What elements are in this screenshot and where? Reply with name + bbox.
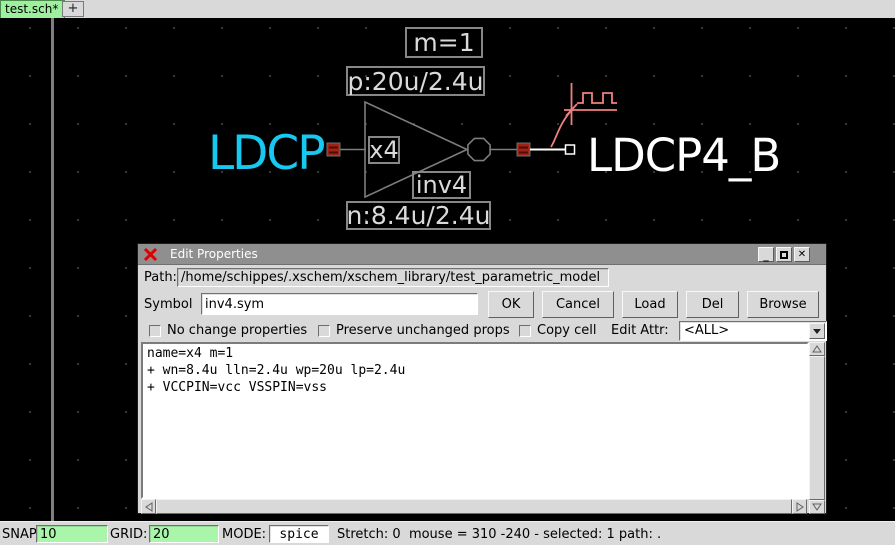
grid-input[interactable] <box>149 525 219 543</box>
close-icon: ✕ <box>798 249 806 260</box>
edit-attr-dropdown[interactable]: <ALL> <box>679 321 827 341</box>
vertical-scrollbar[interactable] <box>809 342 825 514</box>
preserve-unchanged-props-label: Preserve unchanged props <box>336 323 510 338</box>
minimize-button[interactable]: _ <box>758 247 774 262</box>
edit-properties-dialog: Edit Properties _ ✕ Path: /home/schippes… <box>137 243 827 514</box>
param-label-m[interactable]: m=1 <box>405 27 483 58</box>
minimize-icon: _ <box>763 254 769 258</box>
wire-open-end <box>566 145 575 154</box>
param-label-p[interactable]: p:20u/2.4u <box>346 66 485 96</box>
dialog-titlebar[interactable]: Edit Properties _ ✕ <box>138 244 826 265</box>
horizontal-scrollbar[interactable] <box>141 499 807 514</box>
dialog-title: Edit Properties <box>170 247 258 261</box>
preserve-unchanged-props-checkbox[interactable] <box>318 325 330 337</box>
symbol-input[interactable] <box>201 293 478 315</box>
scroll-right-icon[interactable] <box>792 499 807 514</box>
no-change-properties-label: No change properties <box>167 323 307 338</box>
xschem-window: test.sch* + <box>0 0 895 545</box>
output-pin <box>517 143 530 156</box>
no-change-properties-checkbox[interactable] <box>149 325 161 337</box>
chevron-down-icon[interactable] <box>809 323 825 339</box>
probe-waveform-icon <box>577 93 617 103</box>
status-info-text: Stretch: 0 mouse = 310 -240 - selected: … <box>337 527 661 542</box>
xschem-logo-icon <box>143 247 158 262</box>
cancel-button[interactable]: Cancel <box>542 291 614 318</box>
grid-label: GRID: <box>110 527 147 542</box>
mode-label: MODE: <box>222 527 266 542</box>
edit-attr-value: <ALL> <box>684 323 729 338</box>
snap-input[interactable] <box>36 525 108 543</box>
input-pin <box>327 143 340 156</box>
tab-bar: test.sch* + <box>0 0 895 18</box>
close-button[interactable]: ✕ <box>794 247 810 262</box>
mode-input[interactable] <box>269 525 329 543</box>
path-value: /home/schippes/.xschem/xschem_library/te… <box>177 268 609 287</box>
new-tab-button[interactable]: + <box>62 1 84 17</box>
maximize-button[interactable] <box>776 247 792 262</box>
maximize-icon <box>780 251 788 259</box>
del-button[interactable]: Del <box>686 291 739 318</box>
scroll-up-icon[interactable] <box>809 342 825 356</box>
net-label-input[interactable]: LDCP <box>208 130 324 177</box>
copy-cell-label: Copy cell <box>537 323 596 338</box>
ok-button[interactable]: OK <box>488 291 534 318</box>
load-button[interactable]: Load <box>622 291 678 318</box>
symbol-label: Symbol <box>144 297 192 312</box>
path-label: Path: <box>144 270 177 285</box>
scroll-left-icon[interactable] <box>141 499 156 514</box>
inverter-bubble <box>468 138 490 160</box>
horizontal-scrollbar-thumb[interactable] <box>156 499 792 514</box>
instance-label-x4[interactable]: x4 <box>368 136 400 164</box>
symbol-label-inv4[interactable]: inv4 <box>412 171 471 199</box>
copy-cell-checkbox[interactable] <box>519 325 531 337</box>
vertical-scrollbar-thumb[interactable] <box>809 356 825 500</box>
probe-curve <box>551 112 570 147</box>
param-label-n[interactable]: n:8.4u/2.4u <box>346 201 491 230</box>
browse-button[interactable]: Browse <box>747 291 819 318</box>
scroll-down-icon[interactable] <box>809 500 825 514</box>
edit-attr-label: Edit Attr: <box>611 323 669 338</box>
tab-test-sch[interactable]: test.sch* <box>0 0 65 18</box>
status-bar: SNAP: GRID: MODE: Stretch: 0 mouse = 310… <box>0 521 895 545</box>
properties-textarea[interactable]: name=x4 m=1 + wn=8.4u lln=2.4u wp=20u lp… <box>141 342 809 499</box>
net-label-output[interactable]: LDCP4_B <box>587 133 780 178</box>
